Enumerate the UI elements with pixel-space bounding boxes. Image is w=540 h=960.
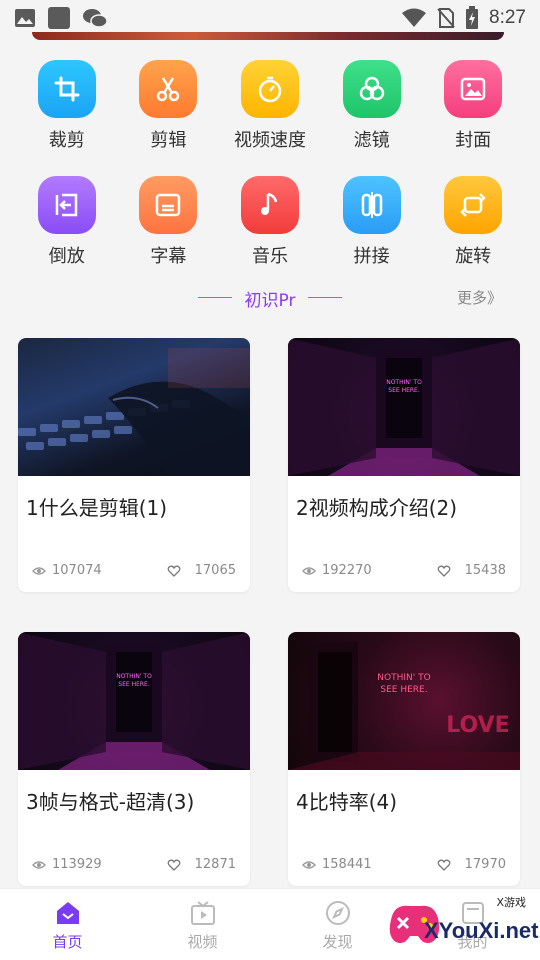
heart-icon[interactable]	[167, 564, 181, 578]
course-list: 1什么是剪辑(1) 107074 17065 NOTHIN' TO SEE HE…	[18, 338, 522, 886]
gallery-icon	[15, 9, 35, 27]
nav-label: 发现	[322, 933, 353, 951]
nav-label: 首页	[52, 933, 83, 951]
course-card[interactable]: NOTHIN' TO SEE HERE. 3帧与格式-超清(3) 113929 …	[18, 632, 250, 886]
stopwatch-icon	[258, 76, 282, 103]
image-icon	[460, 77, 486, 101]
svg-text:SEE HERE.: SEE HERE.	[118, 681, 150, 688]
tool-label: 倒放	[48, 246, 85, 267]
course-thumbnail: NOTHIN' TO SEE HERE.	[18, 632, 250, 770]
course-card[interactable]: NOTHIN' TO SEE HERE. 2视频构成介绍(2) 192270 1…	[288, 338, 520, 592]
course-title: 3帧与格式-超清(3)	[26, 790, 195, 814]
reverse-icon	[55, 193, 78, 217]
divider	[308, 297, 342, 298]
subtitle-icon	[156, 193, 181, 217]
watermark: X游戏 XYouXi.net	[384, 892, 539, 952]
tool-music[interactable]: 音乐	[219, 176, 321, 268]
eye-icon	[32, 860, 46, 869]
like-count: 12871	[194, 857, 236, 872]
battery-icon	[466, 6, 479, 29]
like-count: 15438	[464, 563, 506, 578]
tool-rotate[interactable]: 旋转	[422, 176, 524, 268]
rotate-icon	[460, 193, 486, 217]
course-card[interactable]: 1什么是剪辑(1) 107074 17065	[18, 338, 250, 592]
view-count: 107074	[52, 563, 102, 578]
heart-icon[interactable]	[167, 858, 181, 872]
tool-label: 裁剪	[48, 130, 85, 151]
tool-label: 剪辑	[150, 130, 187, 151]
wifi-icon	[402, 8, 427, 27]
clock: 8:27	[489, 7, 526, 28]
svg-text:NOTHIN' TO: NOTHIN' TO	[116, 673, 152, 680]
status-bar: 8:27	[0, 0, 540, 36]
nav-home[interactable]: 首页	[0, 889, 135, 960]
tool-label: 滤镜	[353, 130, 390, 151]
view-count: 192270	[322, 563, 372, 578]
tool-label: 旋转	[455, 246, 492, 267]
like-count: 17065	[194, 563, 236, 578]
view-count: 158441	[322, 857, 372, 872]
heart-icon[interactable]	[437, 858, 451, 872]
course-title: 2视频构成介绍(2)	[296, 496, 458, 520]
course-meta: 158441 17970	[302, 857, 506, 872]
tool-reverse[interactable]: 倒放	[16, 176, 118, 268]
course-thumbnail: NOTHIN' TO SEE HERE.	[288, 338, 520, 476]
tool-subtitle[interactable]: 字幕	[118, 176, 220, 268]
eye-icon	[302, 860, 316, 869]
music-icon	[260, 192, 278, 215]
course-title: 4比特率(4)	[296, 790, 398, 814]
eye-icon	[302, 566, 316, 575]
tool-cover[interactable]: 封面	[422, 60, 524, 152]
svg-text:NOTHIN' TO: NOTHIN' TO	[377, 673, 430, 683]
tool-label: 字幕	[150, 246, 187, 267]
scissors-icon	[157, 77, 180, 102]
course-thumbnail: NOTHIN' TO SEE HERE. LOVE	[288, 632, 520, 770]
tool-label: 视频速度	[233, 130, 306, 151]
svg-text:SEE HERE.: SEE HERE.	[380, 685, 427, 695]
course-card[interactable]: NOTHIN' TO SEE HERE. LOVE 4比特率(4) 158441…	[288, 632, 520, 886]
filter-icon	[359, 76, 384, 101]
tool-filter[interactable]: 滤镜	[321, 60, 423, 152]
tool-splice[interactable]: 拼接	[321, 176, 423, 268]
course-meta: 107074 17065	[32, 563, 236, 578]
eye-icon	[32, 566, 46, 575]
wechat-icon	[83, 9, 108, 28]
watermark-text: XYouXi.net	[424, 918, 539, 943]
video-icon	[190, 901, 215, 925]
nav-label: 视频	[187, 933, 218, 951]
course-meta: 113929 12871	[32, 857, 236, 872]
section-header: 初识Pr 更多》	[0, 284, 540, 311]
tool-label: 音乐	[251, 246, 288, 267]
home-icon	[56, 902, 79, 924]
tool-label: 拼接	[353, 246, 390, 267]
course-title: 1什么是剪辑(1)	[26, 496, 168, 520]
svg-text:NOTHIN' TO: NOTHIN' TO	[386, 379, 422, 386]
tool-edit[interactable]: 剪辑	[118, 60, 220, 152]
svg-text:SEE HERE.: SEE HERE.	[388, 387, 420, 394]
tool-speed[interactable]: 视频速度	[219, 60, 321, 152]
course-thumbnail	[18, 338, 250, 476]
compass-icon	[325, 901, 350, 925]
watermark-small: X游戏	[496, 896, 526, 909]
tool-crop[interactable]: 裁剪	[16, 60, 118, 152]
no-sim-icon	[437, 8, 455, 28]
tool-label: 封面	[455, 130, 492, 151]
crop-icon	[54, 76, 80, 102]
heart-icon[interactable]	[437, 564, 451, 578]
view-count: 113929	[52, 857, 102, 872]
more-link[interactable]: 更多》	[457, 287, 502, 308]
nav-video[interactable]: 视频	[135, 889, 270, 960]
app-icon	[48, 7, 70, 29]
svg-text:LOVE: LOVE	[446, 713, 509, 738]
course-meta: 192270 15438	[302, 563, 506, 578]
banner-carousel[interactable]	[32, 32, 504, 40]
splice-icon	[361, 192, 382, 218]
tool-grid: 裁剪 剪辑 视频速度 滤镜 封面 倒放 字幕 音乐 拼接 旋转	[16, 60, 524, 268]
like-count: 17970	[464, 857, 506, 872]
